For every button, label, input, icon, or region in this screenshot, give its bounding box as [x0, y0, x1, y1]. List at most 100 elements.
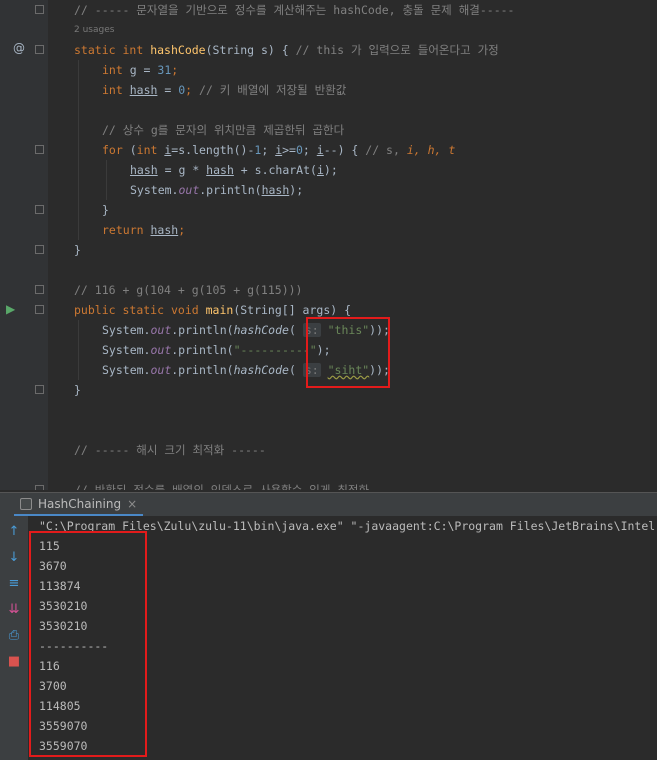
keyword: void: [170, 303, 199, 317]
fold-toggle-icon[interactable]: [35, 385, 44, 394]
trash-icon[interactable]: ■: [6, 654, 22, 670]
variable: hash: [206, 163, 234, 177]
for-loop-line: for (int i=s.length()-1; i>=0; i--) { //…: [102, 140, 455, 160]
method-name: main: [205, 303, 234, 317]
method-call: hashCode: [233, 323, 289, 337]
params: (String s) {: [205, 43, 289, 57]
loop-body-line: System.out.println(hash);: [130, 180, 303, 200]
variable: hash: [150, 223, 179, 237]
semicolon: ;: [171, 63, 179, 77]
code-line-hash: int hash = 0; // 키 배열에 저장될 반환값: [102, 80, 346, 100]
code-editor[interactable]: @ ▶ // ----- 문자열을 기반으로 정수를 계산해주는 hashCod…: [0, 0, 657, 490]
output-line: 3530210: [39, 619, 88, 633]
line-comment: // this 가 입력으로 들어온다고 가정: [295, 43, 499, 57]
usages-hint[interactable]: 2 usages: [74, 25, 114, 35]
code-text: g =: [122, 63, 158, 77]
run-panel-header: HashChaining ×: [0, 492, 657, 517]
output-line: 113874: [39, 579, 81, 593]
keyword: return: [102, 223, 144, 237]
arrow-up-icon[interactable]: ↑: [6, 524, 22, 540]
indent-guide: [106, 160, 107, 200]
run-tab-label: HashChaining: [38, 496, 122, 511]
output-line: 3530210: [39, 599, 88, 613]
output-line: 3670: [39, 559, 67, 573]
code-text: );: [289, 183, 304, 197]
fold-toggle-icon[interactable]: [35, 245, 44, 254]
method-name: hashCode: [150, 43, 206, 57]
code-text: (: [122, 143, 137, 157]
println-line: System.out.println("----------");: [102, 340, 331, 360]
variable: i: [316, 143, 324, 157]
run-tab-hashchaining[interactable]: HashChaining ×: [14, 493, 144, 517]
keyword: int: [102, 63, 123, 77]
keyword: int: [102, 83, 123, 97]
arrow-down-icon[interactable]: ↓: [6, 550, 22, 566]
output-line: 116: [39, 659, 60, 673]
semicolon: ;: [178, 223, 186, 237]
loop-body-line: hash = g * hash + s.charAt(i);: [130, 160, 338, 180]
soft-wrap-icon[interactable]: ≡: [6, 576, 22, 592]
code-text: );: [316, 343, 331, 357]
number-literal: 0: [295, 143, 303, 157]
output-line: 3700: [39, 679, 67, 693]
output-line: 3559070: [39, 719, 88, 733]
line-comment: // 반환된 정수를 배열의 인덱스로 사용할수 있게 최적화: [74, 483, 370, 490]
indent-guide: [78, 320, 79, 380]
section-comment: // ----- 문자열을 기반으로 정수를 계산해주는 hashCode, 충…: [74, 3, 515, 17]
code-text: + s.charAt(: [233, 163, 317, 177]
print-icon[interactable]: ⎙: [6, 628, 22, 644]
code-text: =: [157, 83, 179, 97]
static-field: out: [150, 363, 172, 377]
code-text: System.: [102, 323, 151, 337]
indent-guide: [78, 60, 79, 240]
code-text: >=: [282, 143, 296, 157]
method-signature: static int hashCode(String s) { // this …: [74, 40, 499, 60]
variable: i: [316, 163, 324, 177]
code-text: ;: [261, 143, 276, 157]
fold-toggle-icon[interactable]: [35, 485, 44, 490]
code-text: ));: [369, 363, 390, 377]
code-text: .println(: [199, 183, 262, 197]
run-config-icon: [20, 497, 32, 510]
parameter-hint: s:: [302, 363, 321, 377]
params: (String[] args) {: [233, 303, 352, 317]
code-text: ;: [302, 143, 317, 157]
static-field: out: [150, 323, 172, 337]
fold-toggle-icon[interactable]: [35, 305, 44, 314]
code-text: .println(: [171, 343, 234, 357]
println-line: System.out.println(hashCode( s: "this"))…: [102, 320, 390, 340]
output-line: 115: [39, 539, 60, 553]
console-output[interactable]: "C:\Program Files\Zulu\zulu-11\bin\java.…: [28, 516, 657, 760]
output-line: ----------: [39, 639, 109, 653]
line-comment: // s,: [365, 143, 407, 157]
keyword: int: [136, 143, 158, 157]
static-field: out: [150, 343, 172, 357]
run-main-icon[interactable]: ▶: [6, 302, 15, 316]
fold-toggle-icon[interactable]: [35, 145, 44, 154]
fold-toggle-icon[interactable]: [35, 5, 44, 14]
override-marker-icon[interactable]: @: [13, 41, 25, 55]
main-signature: public static void main(String[] args) {: [74, 300, 351, 320]
code-text: (: [288, 323, 296, 337]
string-literal: "siht": [327, 363, 370, 377]
number-literal: 31: [157, 63, 172, 77]
keyword: public: [74, 303, 116, 317]
keyword: int: [122, 43, 144, 57]
code-text: System.: [102, 363, 151, 377]
fold-toggle-icon[interactable]: [35, 205, 44, 214]
code-text: = g *: [157, 163, 207, 177]
line-comment: // 116 + g(104 + g(105 + g(115))): [74, 283, 303, 297]
fold-toggle-icon[interactable]: [35, 285, 44, 294]
method-call: hashCode: [233, 363, 289, 377]
fold-toggle-icon[interactable]: [35, 45, 44, 54]
code-text: );: [323, 163, 338, 177]
code-line-g: int g = 31;: [102, 60, 178, 80]
scroll-to-end-icon[interactable]: ⇊: [6, 602, 22, 618]
command-line: "C:\Program Files\Zulu\zulu-11\bin\java.…: [39, 519, 656, 533]
code-text: (: [288, 363, 296, 377]
code-text: .println(: [171, 363, 234, 377]
close-tab-icon[interactable]: ×: [127, 497, 137, 511]
output-line: 3559070: [39, 739, 88, 753]
section-comment: // ----- 해시 크기 최적화 -----: [74, 443, 266, 457]
code-text: System.: [130, 183, 179, 197]
